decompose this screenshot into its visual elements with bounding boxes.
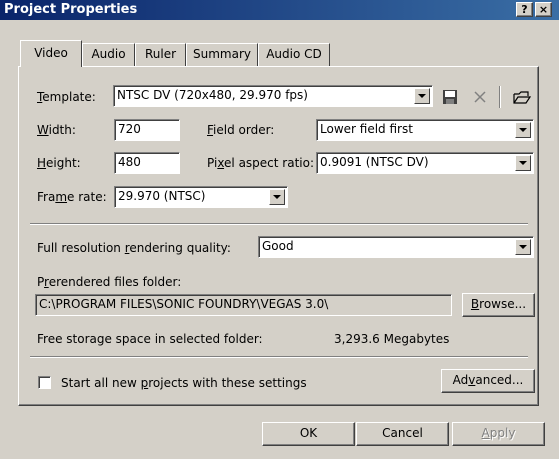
- chevron-down-icon[interactable]: [515, 122, 531, 138]
- height-label: Height:: [37, 156, 81, 170]
- window-title: Project Properties: [4, 2, 138, 17]
- storage-label: Free storage space in selected folder:: [37, 332, 263, 346]
- template-value: NTSC DV (720x480, 29.970 fps): [117, 88, 308, 102]
- tab-summary[interactable]: Summary: [186, 43, 258, 66]
- cancel-button[interactable]: Cancel: [356, 422, 449, 446]
- width-value: 720: [118, 122, 141, 136]
- ok-button[interactable]: OK: [262, 422, 355, 446]
- tab-label: Video: [34, 46, 68, 60]
- apply-button[interactable]: Apply: [452, 422, 545, 446]
- pixel-aspect-label: Pixel aspect ratio:: [207, 156, 315, 170]
- help-button[interactable]: ?: [516, 2, 533, 17]
- chevron-down-icon[interactable]: [414, 88, 430, 104]
- pixel-aspect-value: 0.9091 (NTSC DV): [320, 155, 429, 169]
- pixel-aspect-dropdown[interactable]: 0.9091 (NTSC DV): [316, 152, 534, 174]
- prerender-label: Prerendered files folder:: [37, 275, 182, 289]
- save-icon[interactable]: [440, 87, 460, 107]
- width-field[interactable]: 720: [114, 119, 180, 141]
- chevron-down-icon[interactable]: [269, 189, 285, 205]
- tab-video[interactable]: Video: [20, 40, 82, 67]
- advanced-button[interactable]: Advanced...: [441, 369, 535, 393]
- start-new-label[interactable]: Start all new projects with these settin…: [61, 375, 307, 391]
- render-quality-dropdown[interactable]: Good: [258, 236, 534, 258]
- storage-value: 3,293.6 Megabytes: [334, 332, 450, 346]
- width-label: Width:: [37, 123, 76, 137]
- field-order-label: Field order:: [207, 123, 275, 137]
- divider: [30, 223, 528, 225]
- chevron-down-icon[interactable]: [515, 155, 531, 171]
- toolbar-separator: [499, 86, 501, 108]
- open-folder-icon[interactable]: [512, 87, 532, 107]
- start-new-checkbox[interactable]: [38, 376, 51, 389]
- tab-audio[interactable]: Audio: [82, 43, 135, 66]
- render-quality-label: Full resolution rendering quality:: [37, 241, 231, 255]
- tab-audio-cd[interactable]: Audio CD: [258, 43, 330, 66]
- close-icon: ×: [538, 3, 549, 16]
- prerender-folder-value: C:\PROGRAM FILES\SONIC FOUNDRY\VEGAS 3.0…: [39, 297, 329, 311]
- window-title-bar[interactable]: Project Properties: [0, 0, 559, 20]
- height-value: 480: [118, 155, 141, 169]
- close-button[interactable]: ×: [535, 2, 552, 17]
- divider: [30, 356, 528, 358]
- chevron-down-icon[interactable]: [515, 239, 531, 255]
- tab-ruler[interactable]: Ruler: [135, 43, 186, 66]
- tab-label: Audio: [91, 47, 126, 61]
- template-dropdown[interactable]: NTSC DV (720x480, 29.970 fps): [113, 85, 433, 107]
- frame-rate-label: Frame rate:: [37, 190, 107, 204]
- frame-rate-value: 29.970 (NTSC): [118, 189, 206, 203]
- tab-label: Summary: [193, 47, 251, 61]
- field-order-dropdown[interactable]: Lower field first: [316, 119, 534, 141]
- render-quality-value: Good: [262, 239, 294, 253]
- frame-rate-dropdown[interactable]: 29.970 (NTSC): [114, 186, 288, 208]
- help-icon: ?: [521, 3, 528, 16]
- template-label: Template:: [37, 90, 96, 104]
- browse-button[interactable]: Browse...: [462, 293, 535, 317]
- field-order-value: Lower field first: [320, 122, 413, 136]
- height-field[interactable]: 480: [114, 152, 180, 174]
- delete-icon[interactable]: [470, 87, 490, 107]
- tab-label: Ruler: [144, 47, 177, 61]
- prerender-folder-field[interactable]: C:\PROGRAM FILES\SONIC FOUNDRY\VEGAS 3.0…: [35, 294, 452, 316]
- tab-label: Audio CD: [266, 47, 322, 61]
